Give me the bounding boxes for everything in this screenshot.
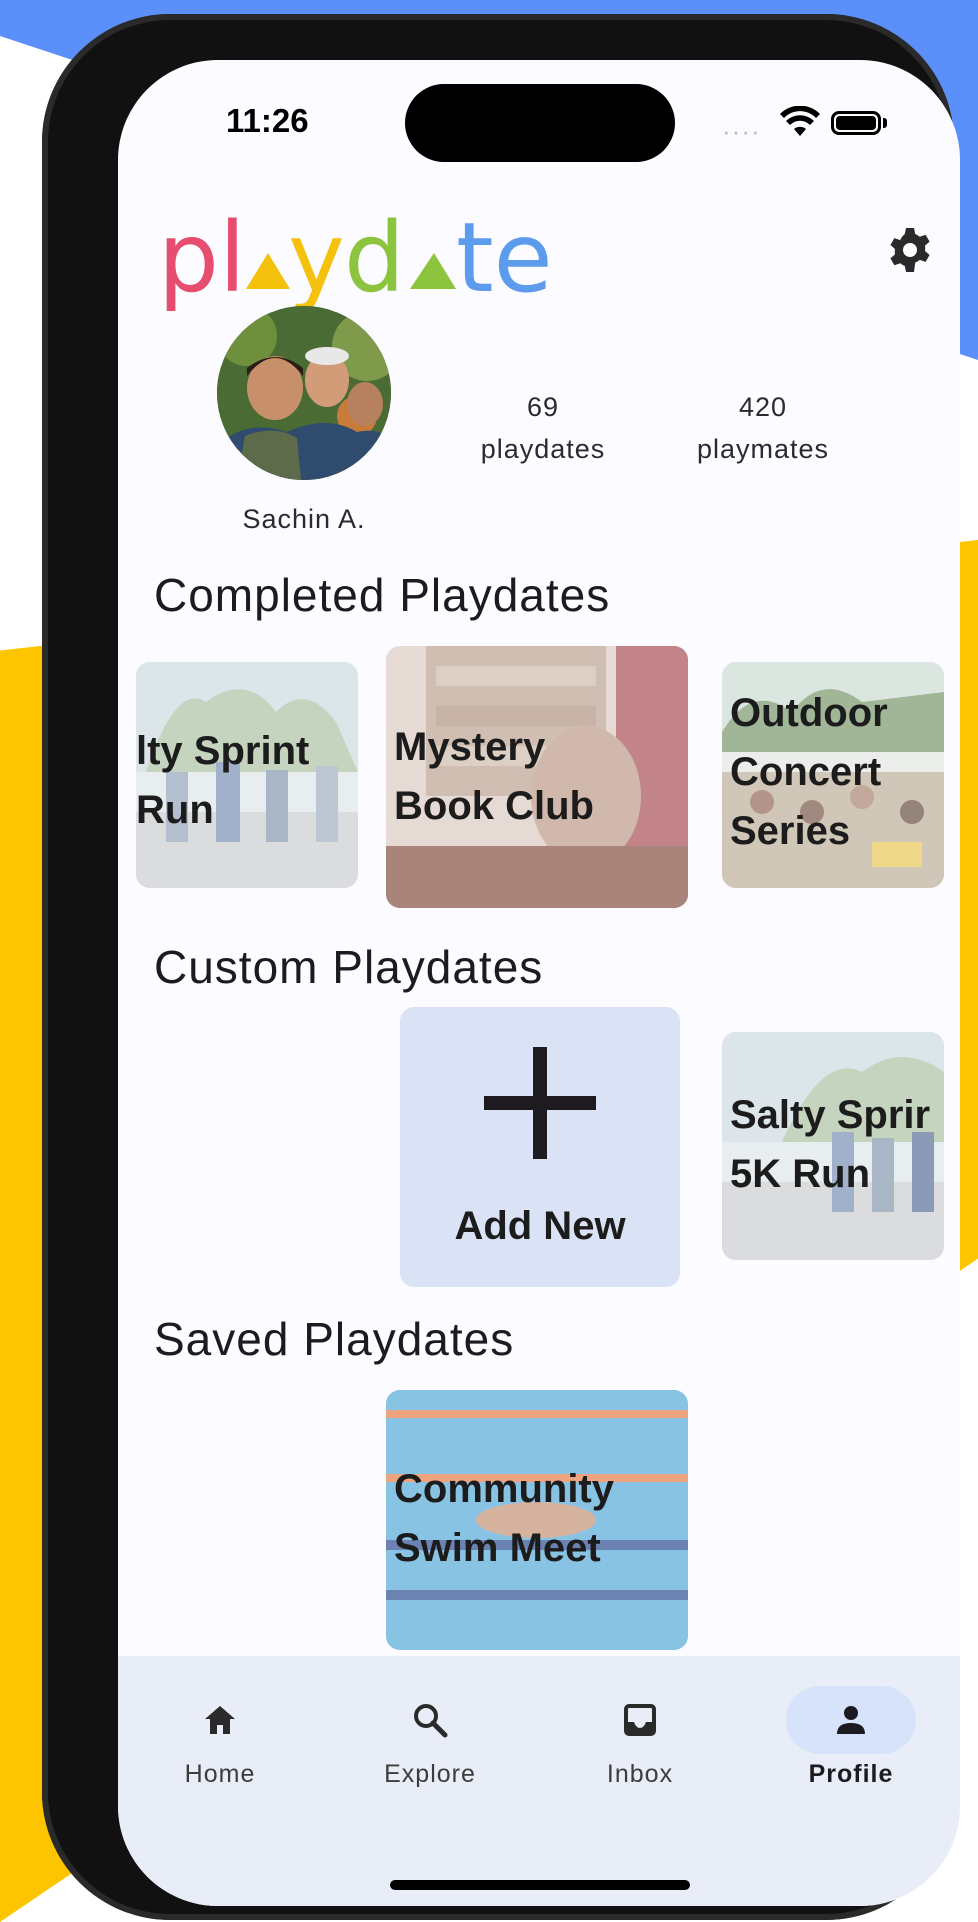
playmates-stat[interactable]: 420 playmates — [678, 386, 848, 470]
card-title: lty Sprint Run — [136, 729, 310, 832]
svg-text:d: d — [344, 205, 405, 314]
app-screen: 11:26 ···· pl y d te Sachin A. 69 playda… — [118, 60, 960, 1906]
nav-label-explore: Explore — [384, 1760, 476, 1788]
completed-playdates-title: Completed Playdates — [154, 569, 611, 621]
nav-label-inbox: Inbox — [606, 1760, 674, 1788]
playdates-stat[interactable]: 69 playdates — [458, 386, 628, 470]
nav-label-profile: Profile — [808, 1760, 894, 1788]
nav-item-explore[interactable]: Explore — [345, 1686, 515, 1789]
completed-card-salty-sprint[interactable]: lty Sprint Run — [136, 662, 358, 888]
phone-frame: 11:26 ···· pl y d te Sachin A. 69 playda… — [42, 14, 960, 1920]
card-title: Salty Sprir 5K Run — [730, 1093, 931, 1196]
wifi-icon — [780, 106, 820, 136]
custom-card-salty-sprint-5k[interactable]: Salty Sprir 5K Run — [722, 1032, 944, 1260]
card-title: Outdoor Concert Series — [730, 691, 888, 853]
playmates-count: 420 — [738, 392, 788, 422]
person-icon — [837, 1706, 865, 1734]
card-title: Community Swim Meet — [394, 1467, 614, 1570]
playdates-label: playdates — [480, 434, 606, 464]
avatar[interactable] — [217, 306, 391, 480]
completed-card-mystery-book-club[interactable]: Mystery Book Club — [386, 646, 688, 908]
status-time: 11:26 — [226, 102, 309, 139]
playdates-count: 69 — [526, 392, 560, 422]
plus-icon — [484, 1047, 596, 1159]
playdate-logo: pl y d te — [158, 202, 578, 315]
svg-text:y: y — [288, 205, 345, 314]
add-new-label: Add New — [454, 1204, 626, 1248]
add-new-playdate-button[interactable]: Add New — [400, 1007, 680, 1287]
completed-card-outdoor-concert[interactable]: Outdoor Concert Series — [722, 662, 944, 888]
user-name: Sachin A. — [242, 504, 366, 534]
svg-text:te: te — [456, 205, 553, 314]
battery-tip — [883, 118, 887, 128]
saved-card-community-swim-meet[interactable]: Community Swim Meet — [386, 1390, 688, 1650]
custom-playdates-title: Custom Playdates — [154, 941, 544, 993]
card-title: Mystery Book Club — [394, 725, 594, 828]
saved-playdates-title: Saved Playdates — [154, 1313, 515, 1365]
home-icon — [205, 1706, 235, 1734]
settings-gear-icon[interactable] — [886, 226, 934, 274]
nav-item-inbox[interactable]: Inbox — [555, 1686, 725, 1789]
nav-label-home: Home — [184, 1760, 256, 1788]
home-indicator[interactable] — [390, 1880, 690, 1890]
search-icon — [414, 1704, 448, 1738]
cellular-signal-icon: ···· — [722, 116, 761, 146]
playmates-label: playmates — [696, 434, 830, 464]
dynamic-island — [405, 84, 675, 162]
battery-icon — [831, 111, 881, 135]
nav-item-profile[interactable]: Profile — [766, 1686, 936, 1789]
nav-item-home[interactable]: Home — [135, 1686, 305, 1789]
bottom-navigation-bar: Home Explore Inbox Profile — [118, 1656, 960, 1906]
inbox-icon — [624, 1704, 656, 1736]
svg-text:pl: pl — [158, 205, 246, 314]
